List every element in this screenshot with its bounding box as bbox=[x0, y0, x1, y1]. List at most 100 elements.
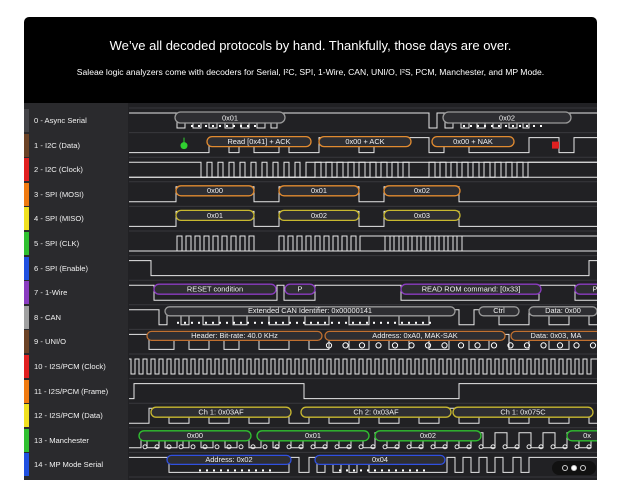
bit-marker bbox=[214, 444, 220, 450]
channel-row[interactable]: 11 - I2S/PCM (Frame) bbox=[24, 379, 128, 403]
bit-marker bbox=[247, 321, 249, 324]
channel-label: 7 - 1-Wire bbox=[34, 288, 68, 298]
bit-marker bbox=[286, 444, 292, 450]
channel-label: 0 - Async Serial bbox=[34, 116, 87, 125]
bit-marker bbox=[359, 321, 361, 324]
decode-value: Ch 1: 0x075C bbox=[500, 408, 546, 417]
channel-label: 14 - MP Mode Serial bbox=[34, 460, 104, 470]
bit-marker bbox=[484, 125, 486, 127]
bit-marker bbox=[441, 342, 448, 349]
channel-row[interactable]: 4 - SPI (MISO) bbox=[24, 207, 128, 231]
bit-marker bbox=[470, 125, 472, 127]
pager-dot[interactable] bbox=[571, 465, 577, 471]
channel-row[interactable]: 0 - Async Serial bbox=[24, 109, 128, 132]
decode-value: READ ROM command: [0x33] bbox=[422, 285, 521, 294]
bit-marker bbox=[406, 444, 412, 450]
decode-value: 0x02 bbox=[311, 211, 327, 220]
channel-row[interactable]: 10 - I2S/PCM (Clock) bbox=[24, 355, 128, 378]
channel-row[interactable]: 12 - I2S/PCM (Data) bbox=[24, 404, 128, 428]
channel-row[interactable]: 6 - SPI (Enable) bbox=[24, 256, 128, 280]
bit-marker bbox=[505, 125, 507, 127]
bit-marker bbox=[238, 444, 244, 450]
bit-marker bbox=[430, 444, 436, 450]
channel-label: 2 - I2C (Clock) bbox=[34, 165, 83, 175]
channel-row[interactable]: 7 - 1-Wire bbox=[24, 281, 128, 305]
signal-trace bbox=[129, 161, 597, 178]
signal-trace bbox=[129, 161, 597, 178]
bit-marker bbox=[454, 444, 460, 450]
channel-label: 6 - SPI (Enable) bbox=[34, 263, 89, 273]
pager-dot[interactable] bbox=[562, 465, 568, 471]
bit-marker bbox=[184, 321, 186, 324]
bit-marker bbox=[296, 321, 298, 324]
bit-marker bbox=[540, 342, 547, 349]
bit-marker bbox=[477, 125, 479, 127]
channel-label: 11 - I2S/PCM (Frame) bbox=[34, 386, 109, 396]
bit-marker bbox=[331, 321, 333, 324]
bit-marker bbox=[233, 321, 235, 324]
bit-marker bbox=[526, 125, 528, 127]
bit-marker bbox=[240, 321, 242, 324]
bit-marker bbox=[573, 342, 580, 349]
channel-row[interactable]: 9 - UNI/O bbox=[24, 330, 128, 354]
bit-marker bbox=[254, 321, 256, 324]
bit-marker bbox=[198, 321, 200, 324]
signal-trace bbox=[129, 260, 597, 277]
signal-trace bbox=[129, 235, 597, 252]
channel-row[interactable]: 8 - CAN bbox=[24, 305, 128, 329]
bit-marker bbox=[526, 444, 532, 450]
bit-marker bbox=[409, 469, 411, 472]
decode-value: 0x01 bbox=[207, 211, 223, 220]
bit-marker bbox=[366, 321, 368, 324]
channel-row[interactable]: 2 - I2C (Clock) bbox=[24, 158, 128, 182]
channel-row[interactable]: 1 - I2C (Data) bbox=[24, 133, 128, 157]
pager-dot[interactable] bbox=[580, 465, 586, 471]
channel-row[interactable]: 14 - MP Mode Serial bbox=[24, 453, 128, 477]
bit-marker bbox=[382, 444, 388, 450]
bit-marker bbox=[533, 125, 535, 127]
bit-marker bbox=[358, 342, 366, 349]
bit-marker bbox=[303, 321, 305, 324]
signal-trace bbox=[129, 235, 597, 252]
bit-marker bbox=[190, 444, 196, 450]
decode-value: Ch 1: 0x03AF bbox=[198, 408, 244, 417]
bit-marker bbox=[387, 321, 389, 324]
bit-marker bbox=[381, 469, 383, 472]
bit-marker bbox=[234, 469, 236, 472]
channel-row[interactable]: 3 - SPI (MOSI) bbox=[24, 182, 128, 206]
bit-marker bbox=[490, 342, 498, 349]
bit-marker bbox=[358, 444, 364, 450]
decode-value: P bbox=[298, 285, 303, 294]
bit-marker bbox=[367, 469, 369, 472]
bit-marker bbox=[346, 469, 348, 472]
bit-marker bbox=[474, 342, 481, 349]
decode-bubble bbox=[566, 430, 597, 442]
signal-trace bbox=[129, 358, 597, 375]
decode-value: Read [0x41] + ACK bbox=[227, 137, 290, 146]
bit-marker bbox=[142, 444, 148, 450]
channel-row[interactable]: 13 - Manchester bbox=[24, 428, 128, 452]
decode-value: Address: 0xA0, MAK-SAK bbox=[372, 331, 458, 340]
logic-analyzer-view: 0 - Async Serial 1 - I2C (Data) 2 - I2C (C… bbox=[24, 103, 597, 480]
decode-value: 0x00 + NAK bbox=[453, 137, 493, 146]
channel-label: 13 - Manchester bbox=[34, 435, 89, 445]
decode-value: Header: Bit-rate: 40.0 KHz bbox=[191, 331, 278, 340]
bit-marker bbox=[574, 444, 580, 450]
bit-marker bbox=[206, 469, 208, 472]
bit-marker bbox=[240, 125, 242, 127]
bit-marker bbox=[178, 444, 184, 450]
bit-marker bbox=[463, 125, 465, 127]
bit-marker bbox=[269, 469, 271, 472]
bit-marker bbox=[408, 342, 415, 349]
bit-marker bbox=[345, 321, 347, 324]
bit-marker bbox=[205, 125, 207, 127]
channel-row[interactable]: 5 - SPI (CLK) bbox=[24, 232, 128, 255]
decode-value: 0x01 bbox=[222, 113, 238, 122]
bit-marker bbox=[416, 469, 418, 472]
bit-marker bbox=[310, 444, 316, 450]
stop-marker bbox=[552, 141, 559, 149]
bit-marker bbox=[491, 125, 493, 127]
bit-marker bbox=[374, 469, 376, 472]
channel-label: 1 - I2C (Data) bbox=[34, 140, 80, 150]
channel-label: 12 - I2S/PCM (Data) bbox=[34, 411, 103, 421]
